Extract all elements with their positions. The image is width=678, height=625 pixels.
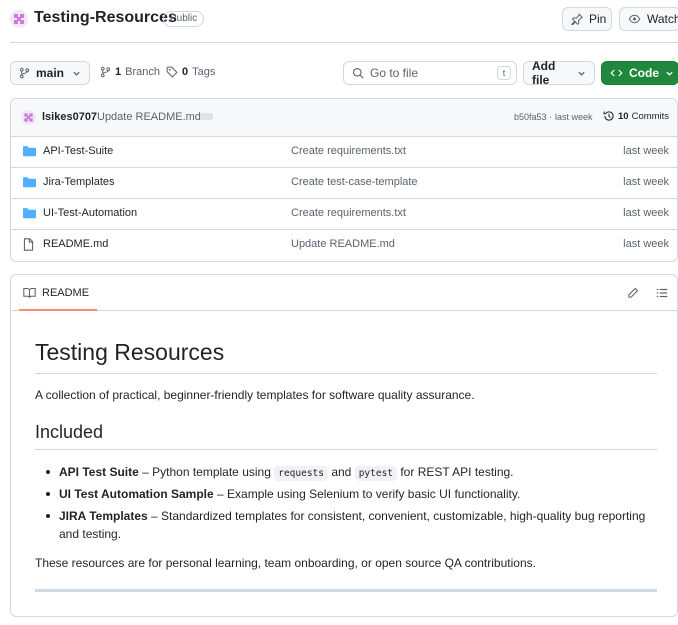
file-commit-message[interactable]: Update README.md — [291, 238, 395, 250]
add-file-button[interactable]: Add file — [523, 59, 595, 87]
inline-code: requests — [274, 466, 328, 481]
chevron-down-icon — [577, 69, 586, 78]
add-file-label: Add file — [532, 59, 556, 87]
go-to-file-input[interactable]: Go to file t — [343, 61, 517, 85]
file-commit-message[interactable]: Create requirements.txt — [291, 145, 406, 157]
visibility-badge: Public — [163, 11, 205, 27]
commit-author[interactable]: lsikes0707 — [42, 111, 97, 123]
ellipsis-icon[interactable] — [201, 113, 213, 120]
header-divider — [10, 42, 678, 43]
readme-title: Testing Resources — [35, 339, 225, 365]
readme-panel: README Testing Resources A collection of… — [10, 274, 678, 617]
readme-tab[interactable]: README — [19, 275, 93, 311]
git-branch-icon — [19, 67, 30, 79]
file-commit-message[interactable]: Create requirements.txt — [291, 207, 406, 219]
repo-avatar[interactable] — [10, 10, 28, 28]
chevron-down-icon — [72, 69, 81, 78]
active-tab-underline — [19, 309, 97, 311]
search-icon — [352, 67, 364, 79]
commit-label: Commits — [631, 110, 670, 122]
code-label: Code — [629, 66, 659, 80]
list-item-title: API Test Suite — [59, 465, 139, 479]
commit-message[interactable]: Update README.md — [97, 111, 201, 123]
file-name[interactable]: README.md — [43, 238, 108, 250]
tag-icon — [166, 66, 178, 78]
file-row[interactable]: API-Test-Suite Create requirements.txt l… — [11, 137, 677, 168]
file-date: last week — [623, 238, 669, 250]
file-date: last week — [623, 207, 669, 219]
file-row[interactable]: Jira-Templates Create test-case-template… — [11, 168, 677, 199]
tag-count: 0 — [182, 66, 189, 78]
chevron-down-icon — [665, 69, 674, 78]
list-item-text: and — [327, 465, 355, 479]
commit-separator: · — [549, 112, 552, 122]
list-item-text: for REST API testing. — [397, 465, 514, 479]
file-date: last week — [623, 145, 669, 157]
code-icon — [610, 67, 623, 79]
readme-outro: These resources are for personal learnin… — [35, 556, 536, 570]
branches-link[interactable]: 1 Branch — [100, 66, 160, 78]
list-item-title: UI Test Automation Sample — [59, 487, 214, 501]
watch-label: Watch — [647, 12, 678, 26]
list-item-dash: – — [147, 509, 162, 523]
code-button[interactable]: Code — [601, 61, 678, 85]
folder-icon — [23, 207, 36, 222]
edit-pencil-icon[interactable] — [627, 287, 639, 302]
book-icon — [23, 287, 36, 299]
git-branch-icon — [100, 66, 111, 78]
readme-tab-label: README — [42, 287, 90, 299]
inline-code: pytest — [354, 466, 398, 481]
author-avatar[interactable] — [21, 110, 36, 128]
list-item: UI Test Automation Sample – Example usin… — [46, 485, 659, 503]
shortcut-key: t — [497, 66, 511, 80]
tag-label: Tags — [192, 66, 216, 78]
commit-time: last week — [555, 112, 593, 122]
go-to-file-placeholder: Go to file — [370, 66, 419, 80]
pin-label: Pin — [589, 12, 607, 26]
list-item: API Test Suite – Python template using r… — [46, 463, 659, 483]
tags-link[interactable]: 0 Tags — [166, 66, 215, 78]
history-icon — [603, 110, 615, 122]
eye-icon — [628, 13, 641, 25]
branch-name: main — [36, 66, 65, 80]
branch-label: Branch — [125, 66, 160, 78]
repo-name[interactable]: Testing-Resources — [34, 9, 177, 27]
pin-icon — [571, 13, 583, 25]
list-item: JIRA Templates – Standardized templates … — [46, 507, 649, 543]
folder-icon — [23, 145, 36, 160]
list-item-dash: – — [213, 487, 228, 501]
file-name[interactable]: UI-Test-Automation — [43, 207, 137, 219]
branch-select[interactable]: main — [10, 61, 90, 85]
file-icon — [23, 238, 34, 254]
outline-list-icon[interactable] — [656, 287, 668, 302]
file-commit-message[interactable]: Create test-case-template — [291, 176, 418, 188]
file-name[interactable]: API-Test-Suite — [43, 145, 113, 157]
list-item-title: JIRA Templates — [59, 509, 148, 523]
list-item-dash: – — [138, 465, 153, 479]
commit-count: 10 — [618, 110, 629, 122]
commit-hash[interactable]: b50fa53 — [514, 112, 547, 122]
file-row[interactable]: README.md Update README.md last week — [11, 230, 677, 261]
folder-icon — [23, 176, 36, 191]
commits-link[interactable]: 10 Commits — [603, 110, 669, 122]
file-name[interactable]: Jira-Templates — [43, 176, 115, 188]
readme-header: README — [11, 275, 677, 311]
title-rule — [35, 373, 657, 374]
pin-button[interactable]: Pin — [562, 7, 612, 31]
file-list: lsikes0707 Update README.md b50fa53 · la… — [10, 98, 678, 262]
file-date: last week — [623, 176, 669, 188]
file-row[interactable]: UI-Test-Automation Create requirements.t… — [11, 199, 677, 230]
branch-count: 1 — [115, 66, 122, 78]
list-item-text: Example using Selenium to verify basic U… — [227, 487, 521, 501]
section-rule — [35, 449, 657, 450]
watch-button[interactable]: Watch — [619, 7, 678, 31]
list-item-text: Python template using — [152, 465, 275, 479]
bottom-rule — [35, 589, 657, 592]
section-heading: Included — [35, 422, 104, 442]
latest-commit-bar: lsikes0707 Update README.md b50fa53 · la… — [11, 99, 677, 137]
readme-intro: A collection of practical, beginner-frie… — [35, 388, 475, 402]
